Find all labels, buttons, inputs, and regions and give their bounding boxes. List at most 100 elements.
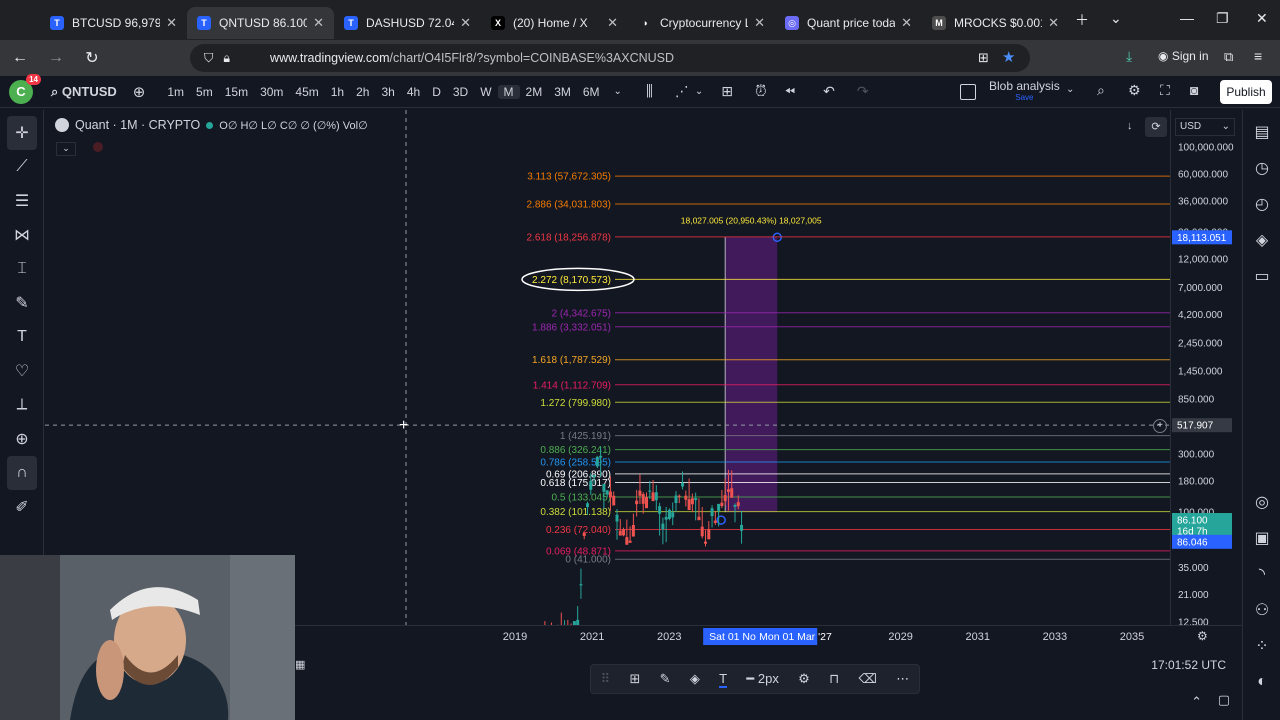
bookmark-star-icon[interactable]: ★ (1002, 48, 1015, 66)
drag-handle-icon[interactable]: ⠿ (601, 671, 611, 687)
price-scale[interactable]: 100,000.00060,000.00036,000.00020,000.00… (1170, 110, 1242, 629)
tab-close-icon[interactable]: ✕ (313, 15, 324, 31)
interval-3D[interactable]: 3D (447, 85, 474, 99)
interval-1h[interactable]: 1h (325, 85, 350, 99)
tab-search-icon[interactable]: ⌄ (1110, 10, 1122, 27)
install-icon[interactable]: ⊞ (978, 50, 989, 66)
interval-6M[interactable]: 6M (577, 85, 606, 99)
add-alert-icon[interactable]: + (1153, 419, 1167, 433)
text-tool-icon[interactable]: T (0, 320, 44, 354)
interval-W[interactable]: W (474, 85, 497, 99)
zoom-icon[interactable]: ⊕ (0, 422, 44, 456)
interval-M[interactable]: M (497, 84, 520, 99)
interval-3M[interactable]: 3M (548, 85, 577, 99)
extensions-icon[interactable]: ⧉ (1224, 49, 1233, 65)
forward-icon[interactable]: → (41, 49, 71, 67)
download-icon[interactable]: ⤓ (1126, 48, 1132, 65)
browser-tab[interactable]: T DASHUSD 72.049 ▲ + ✕ (334, 7, 481, 39)
candle-type-icon[interactable]: ⫼ (646, 83, 653, 100)
sign-in-button[interactable]: ◉ Sign in (1158, 49, 1209, 63)
prediction-icon[interactable]: ⌶ (0, 252, 44, 286)
interval-D[interactable]: D (426, 85, 447, 99)
scale-settings-icon[interactable]: ⚙︎ (1197, 629, 1208, 643)
target-icon[interactable]: ◎ (1243, 484, 1280, 520)
maximize-button[interactable]: ❐ (1216, 10, 1229, 27)
publish-button[interactable]: Publish (1220, 80, 1272, 104)
clock-time[interactable]: 17:01:52 UTC (1151, 658, 1226, 672)
browser-tab[interactable]: T QNTUSD 86.100 ▼ −5. ✕ (187, 7, 334, 39)
layout-name[interactable]: Blob analysis Save (989, 80, 1060, 104)
indicators-icon[interactable]: ⋰ (675, 83, 689, 100)
reload-icon[interactable]: ↻ (77, 48, 107, 68)
back-icon[interactable]: ← (5, 49, 35, 67)
url-field[interactable]: ⛉ 🔒︎ www.tradingview.com/chart/O4I5Flr8/… (190, 44, 1030, 72)
interval-dropdown-icon[interactable]: ⌄ (614, 86, 622, 97)
layers-icon[interactable]: ◈ (1243, 222, 1280, 258)
camera-icon[interactable]: ◙ (1190, 82, 1198, 98)
lock-drawings-icon[interactable]: ✐ (0, 490, 44, 524)
magnet-icon[interactable]: ∩ (7, 456, 37, 490)
crosshair-icon[interactable]: ✛ (7, 116, 37, 150)
tab-close-icon[interactable]: ✕ (607, 15, 618, 31)
chart-canvas[interactable]: 3.113 (57,672.305) 2.886 (34,031.803) 2.61… (45, 110, 1170, 625)
menu-icon[interactable]: ≡ (1254, 48, 1262, 64)
calendar-icon[interactable]: ▣ (1243, 520, 1280, 556)
watchlist-icon[interactable]: ▤ (1243, 114, 1280, 150)
minimize-button[interactable]: — (1180, 10, 1194, 26)
apps-icon[interactable]: ⁘ (1243, 628, 1280, 664)
avatar[interactable]: C 14 (9, 73, 41, 104)
more-icon[interactable]: ⋯ (896, 671, 909, 687)
chat-icon[interactable]: ▭ (1243, 258, 1280, 294)
interval-30m[interactable]: 30m (254, 85, 289, 99)
quick-search-icon[interactable]: ⌕ (1097, 82, 1105, 99)
settings-gear-icon[interactable]: ⚙︎ (1128, 82, 1141, 99)
fib-retracement-icon[interactable]: ☰ (0, 184, 44, 218)
tab-close-icon[interactable]: ✕ (1048, 15, 1059, 31)
fill-color-icon[interactable]: ◈ (690, 671, 700, 687)
interval-3h[interactable]: 3h (375, 85, 400, 99)
layouts-icon[interactable]: ⊞ (721, 83, 733, 100)
interval-45m[interactable]: 45m (289, 85, 324, 99)
redo-icon[interactable]: ↷ (857, 83, 869, 100)
interval-1m[interactable]: 1m (161, 85, 190, 99)
tab-close-icon[interactable]: ✕ (901, 15, 912, 31)
pattern-icon[interactable]: ⋈ (0, 218, 44, 252)
collapse-panel-icon[interactable]: ⌃ (1191, 694, 1202, 710)
maximize-panel-icon[interactable]: ▢ (1218, 692, 1230, 708)
drawing-settings-icon[interactable]: ⚙︎ (798, 671, 810, 687)
new-tab-button[interactable]: ＋ (1075, 10, 1089, 30)
alert-icon[interactable]: ⏰︎ (755, 83, 767, 100)
brush-icon[interactable]: ✎ (0, 286, 44, 320)
close-window-button[interactable]: ✕ (1256, 10, 1268, 27)
legend-title[interactable]: Quant · 1M · CRYPTO (75, 118, 200, 132)
data-window-icon[interactable]: ◴ (1243, 186, 1280, 222)
delete-icon[interactable]: ⌫ (859, 671, 877, 687)
browser-tab[interactable]: M MROCKS $0.001459 - | ✕ (922, 7, 1069, 39)
ruler-icon[interactable]: ⟂ (0, 388, 44, 422)
replay-icon[interactable]: ⏪︎ (785, 84, 795, 100)
layout-checkbox[interactable] (960, 84, 976, 100)
scroll-down-icon[interactable]: ↓ (1127, 120, 1133, 132)
signal-icon[interactable]: ◝ (1243, 556, 1280, 592)
symbol-search[interactable]: ⌕ QNTUSD (51, 84, 117, 100)
favorite-icon[interactable]: ♡ (0, 354, 44, 388)
interval-5m[interactable]: 5m (190, 85, 219, 99)
indicators-dropdown-icon[interactable]: ⌄ (695, 86, 703, 97)
fullscreen-icon[interactable]: ⛶ (1160, 82, 1170, 99)
interval-2h[interactable]: 2h (350, 85, 375, 99)
line-width-control[interactable]: ━ 2px (746, 671, 778, 687)
browser-tab[interactable]: X (20) Home / X ✕ (481, 7, 628, 39)
undo-icon[interactable]: ↶ (823, 83, 835, 100)
interval-4h[interactable]: 4h (401, 85, 426, 99)
line-color-icon[interactable]: ✎ (660, 671, 671, 687)
time-scale[interactable]: 2019 2021 2023 2029 2031 2033 2035 Sat 01 No Mon… (295, 625, 1242, 647)
template-icon[interactable]: ⊞ (629, 671, 640, 687)
text-color-icon[interactable]: T (719, 671, 728, 688)
browser-tab[interactable]: T BTCUSD 96,979.17 ▼ · ✕ (40, 7, 187, 39)
legend-collapse-icon[interactable]: ⌄ (56, 142, 76, 156)
browser-tab[interactable]: ◑ Cryptocurrency Liquid ✕ (628, 7, 775, 39)
currency-select[interactable]: USD ⌄ (1175, 118, 1235, 136)
browser-tab[interactable]: ◎ Quant price today, QN ✕ (775, 7, 922, 39)
drawing-lock-icon[interactable]: ⊓ (829, 671, 839, 687)
warning-icon[interactable] (93, 142, 103, 152)
